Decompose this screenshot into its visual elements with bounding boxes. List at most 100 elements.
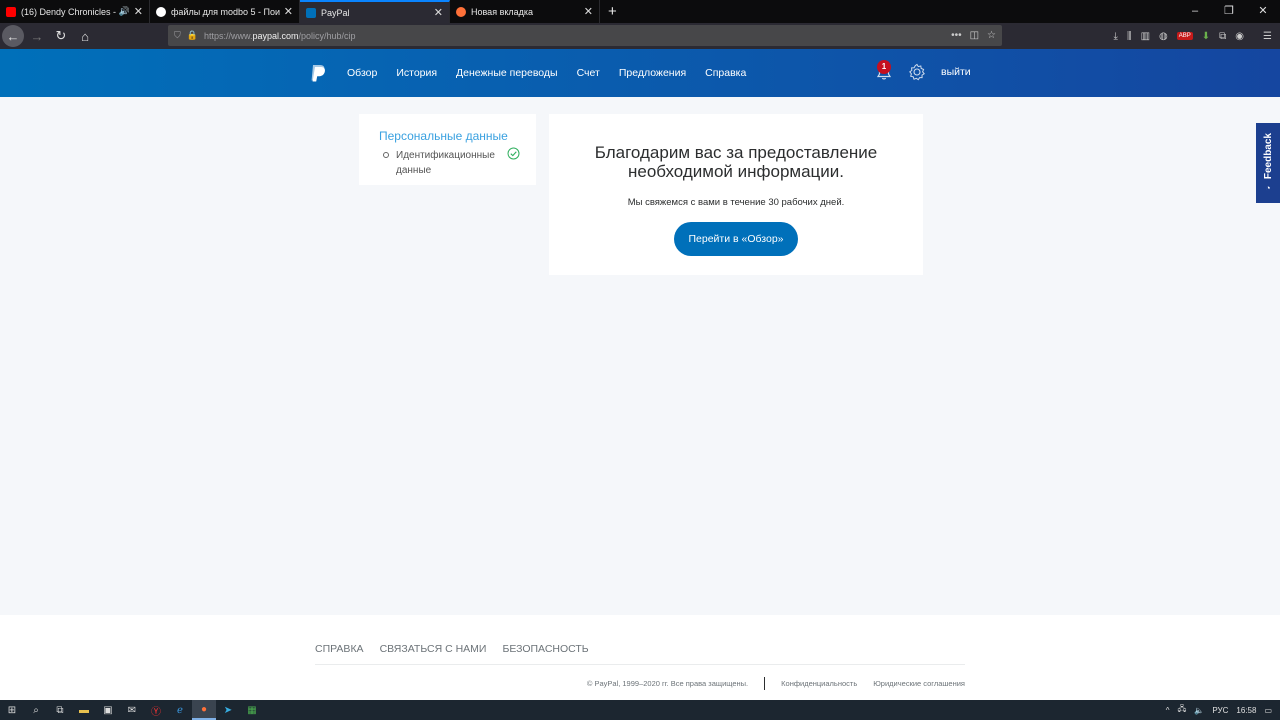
page-footer: СПРАВКА СВЯЗАТЬСЯ С НАМИ БЕЗОПАСНОСТЬ © … bbox=[0, 615, 1280, 700]
tab-title: файлы для modbo 5 - Поиск в bbox=[171, 6, 280, 17]
close-tab-icon[interactable]: ✕ bbox=[584, 5, 593, 18]
url-prefix: https://www. bbox=[203, 30, 253, 41]
youtube-icon bbox=[6, 6, 16, 17]
new-tab-button[interactable]: + bbox=[600, 3, 625, 20]
restore-button[interactable]: ❐ bbox=[1212, 0, 1246, 23]
google-icon bbox=[156, 6, 166, 17]
sidebar-icon[interactable]: ▥ bbox=[1141, 31, 1150, 42]
page-actions-icon[interactable]: ••• bbox=[951, 30, 962, 41]
confirmation-heading: Благодарим вас за предоставление необход… bbox=[594, 143, 878, 181]
store-icon[interactable]: ▣ bbox=[96, 700, 120, 720]
browser-tab[interactable]: Новая вкладка ✕ bbox=[450, 0, 600, 23]
lock-icon[interactable]: 🔒 bbox=[187, 30, 198, 41]
main-nav: Обзор История Денежные переводы Счет Пре… bbox=[347, 49, 746, 97]
confirmation-subtext: Мы свяжемся с вами в течение 30 рабочих … bbox=[627, 197, 845, 208]
close-tab-icon[interactable]: ✕ bbox=[134, 5, 143, 18]
windows-start-icon[interactable]: ⊞ bbox=[0, 700, 24, 720]
nav-transfers[interactable]: Денежные переводы bbox=[456, 67, 558, 79]
telegram-icon[interactable]: ➤ bbox=[216, 700, 240, 720]
checkmark-circle-icon bbox=[507, 147, 520, 160]
pocket-icon[interactable]: ◫ bbox=[970, 30, 979, 41]
chevron-up-icon[interactable]: ^ bbox=[1166, 706, 1170, 715]
library-icon[interactable]: ⫼ bbox=[1127, 31, 1132, 42]
footer-link-security[interactable]: БЕЗОПАСНОСТЬ bbox=[502, 643, 588, 655]
url-path: /policy/hub/cip bbox=[298, 30, 356, 41]
feedback-tab[interactable]: Feedback ◔ bbox=[1256, 123, 1280, 203]
nav-help[interactable]: Справка bbox=[705, 67, 746, 79]
privacy-link[interactable]: Конфиденциальность bbox=[781, 679, 857, 688]
browser-nav-bar: ← → ↻ ⌂ ⛉ 🔒 https://www. paypal.com/polic… bbox=[0, 23, 1280, 49]
notifications-icon[interactable]: ▭ bbox=[1264, 706, 1272, 715]
step-item-label: Идентификационные данные bbox=[396, 150, 495, 176]
feedback-label: Feedback bbox=[1262, 133, 1274, 180]
system-tray: ^ 🖧 🔈 РУС 16:58 ▭ bbox=[1166, 700, 1272, 720]
language-indicator[interactable]: РУС bbox=[1212, 706, 1228, 715]
footer-legal: © PayPal, 1999–2020 гг. Все права защище… bbox=[587, 677, 965, 690]
browser-tab[interactable]: файлы для modbo 5 - Поиск в ✕ bbox=[150, 0, 300, 23]
toolbar-icons: ⤓ ⫼ ▥ ◍ ABP ⬇ ⧉ ◉ ☰ bbox=[1114, 23, 1280, 49]
close-tab-icon[interactable]: ✕ bbox=[284, 5, 293, 18]
forward-arrow-icon[interactable]: → bbox=[26, 25, 48, 47]
menu-icon[interactable]: ☰ bbox=[1263, 31, 1272, 42]
section-title[interactable]: Персональные данные bbox=[379, 129, 508, 143]
app-icon[interactable]: ▦ bbox=[240, 700, 264, 720]
progress-sidebar: Персональные данные Идентификационные да… bbox=[359, 114, 536, 185]
window-controls: – ❐ ✕ bbox=[1178, 0, 1280, 23]
adblock-icon[interactable]: ABP bbox=[1176, 32, 1193, 40]
nav-wallet[interactable]: Счет bbox=[577, 67, 600, 79]
nav-summary[interactable]: Обзор bbox=[347, 67, 377, 79]
tab-title: Новая вкладка bbox=[471, 6, 534, 17]
footer-link-contact[interactable]: СВЯЗАТЬСЯ С НАМИ bbox=[380, 643, 487, 655]
home-icon[interactable]: ⌂ bbox=[74, 25, 96, 47]
tab-title: PayPal bbox=[321, 7, 350, 18]
paypal-header: Обзор История Денежные переводы Счет Пре… bbox=[0, 49, 1280, 97]
shield-icon[interactable]: ⛉ bbox=[174, 30, 181, 41]
mail-icon[interactable]: ✉ bbox=[120, 700, 144, 720]
footer-separator bbox=[764, 677, 766, 690]
copyright-text: © PayPal, 1999–2020 гг. Все права защище… bbox=[586, 679, 749, 688]
file-explorer-icon[interactable]: ▬ bbox=[72, 700, 96, 720]
notification-count-badge: 1 bbox=[877, 60, 891, 74]
network-icon[interactable]: 🖧 bbox=[1177, 703, 1186, 717]
step-bullet-icon bbox=[383, 152, 389, 158]
speaker-icon[interactable]: 🔊 bbox=[119, 6, 130, 17]
browser-tab[interactable]: (16) Dendy Chronicles - вып 🔊 ✕ bbox=[0, 0, 150, 23]
back-arrow-icon[interactable]: ← bbox=[2, 25, 24, 47]
firefox-taskbar-icon[interactable]: ● bbox=[192, 700, 216, 720]
paypal-favicon-icon bbox=[306, 7, 316, 18]
extension-icon[interactable]: ⧉ bbox=[1219, 31, 1226, 42]
search-icon[interactable]: ⌕ bbox=[24, 700, 48, 720]
clock[interactable]: 16:58 bbox=[1236, 706, 1256, 715]
close-window-button[interactable]: ✕ bbox=[1246, 0, 1280, 23]
footer-links: СПРАВКА СВЯЗАТЬСЯ С НАМИ БЕЗОПАСНОСТЬ bbox=[315, 643, 589, 655]
tab-title: (16) Dendy Chronicles - вып bbox=[21, 6, 117, 17]
task-view-icon[interactable]: ⧉ bbox=[48, 700, 72, 720]
footer-link-help[interactable]: СПРАВКА bbox=[315, 643, 364, 655]
browser-tab-active[interactable]: PayPal ✕ bbox=[300, 0, 450, 23]
reload-icon[interactable]: ↻ bbox=[50, 25, 72, 47]
extension-icon[interactable]: ◍ bbox=[1159, 31, 1168, 42]
download-helper-icon[interactable]: ⬇ bbox=[1202, 31, 1210, 42]
volume-icon[interactable]: 🔈 bbox=[1194, 706, 1204, 715]
feedback-icon: ◔ bbox=[1265, 182, 1271, 193]
nav-activity[interactable]: История bbox=[396, 67, 437, 79]
confirmation-card: Благодарим вас за предоставление необход… bbox=[549, 114, 923, 275]
logout-link[interactable]: выйти bbox=[941, 66, 971, 78]
go-to-summary-button[interactable]: Перейти в «Обзор» bbox=[674, 222, 798, 256]
url-bar[interactable]: ⛉ 🔒 https://www. paypal.com/policy/hub/ci… bbox=[168, 25, 1002, 46]
yandex-browser-icon[interactable]: Ⓨ bbox=[144, 700, 168, 720]
bookmark-star-icon[interactable]: ☆ bbox=[987, 30, 996, 41]
close-tab-icon[interactable]: ✕ bbox=[434, 6, 443, 19]
settings-gear-icon[interactable] bbox=[908, 63, 926, 81]
url-host: paypal.com bbox=[252, 30, 299, 41]
firefox-icon bbox=[456, 6, 466, 17]
download-icon[interactable]: ⤓ bbox=[1114, 31, 1118, 42]
windows-taskbar: ⊞ ⌕ ⧉ ▬ ▣ ✉ Ⓨ ℯ ● ➤ ▦ ^ 🖧 🔈 РУС 16:58 ▭ bbox=[0, 700, 1280, 720]
minimize-button[interactable]: – bbox=[1178, 0, 1212, 23]
browser-tab-bar: (16) Dendy Chronicles - вып 🔊 ✕ файлы дл… bbox=[0, 0, 1280, 23]
paypal-logo-icon[interactable] bbox=[310, 64, 326, 82]
legal-link[interactable]: Юридические соглашения bbox=[873, 679, 965, 688]
nav-offers[interactable]: Предложения bbox=[619, 67, 686, 79]
globe-icon[interactable]: ◉ bbox=[1235, 31, 1244, 42]
edge-icon[interactable]: ℯ bbox=[168, 700, 192, 720]
